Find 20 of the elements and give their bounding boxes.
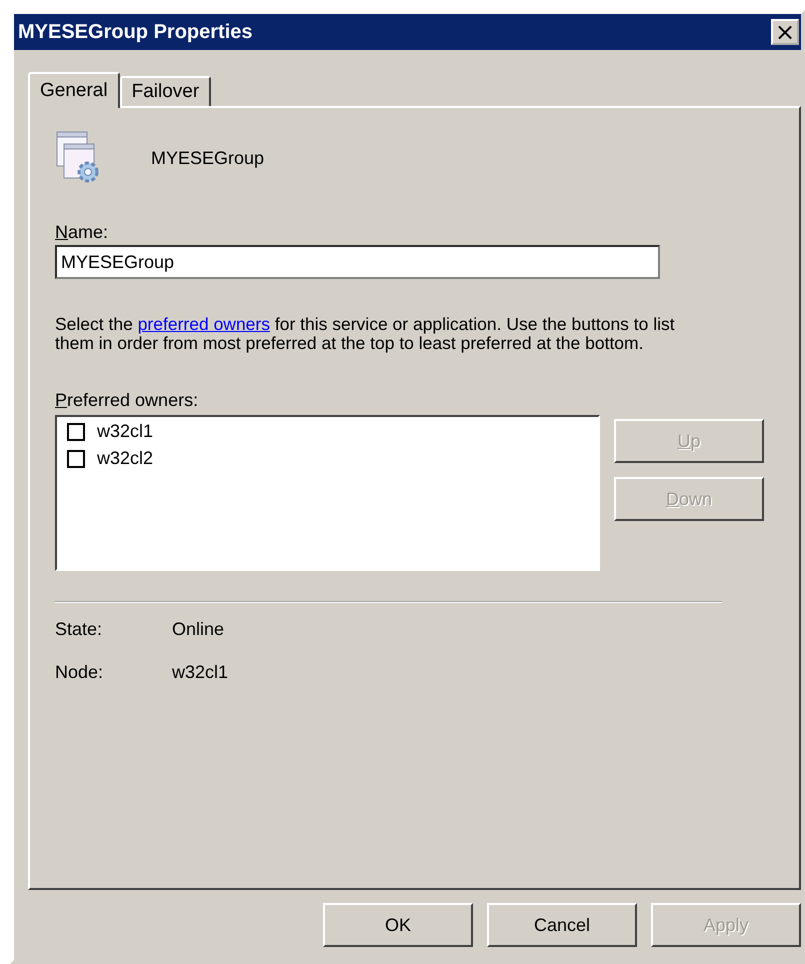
window-title: MYESEGroup Properties bbox=[18, 20, 252, 44]
info-value: Online bbox=[172, 619, 226, 640]
close-button[interactable]: × bbox=[771, 19, 799, 45]
info-label: Node: bbox=[55, 662, 104, 683]
info-label: State: bbox=[55, 619, 104, 640]
dialog-button[interactable]: Cancel bbox=[487, 903, 637, 947]
name-label: Name: bbox=[55, 222, 110, 243]
owner-name[interactable]: w32cl2 bbox=[97, 448, 154, 469]
tab[interactable]: Failover bbox=[120, 76, 212, 106]
owner-name[interactable]: w32cl1 bbox=[97, 421, 154, 442]
preferred-owners-link[interactable]: preferred owners bbox=[138, 314, 270, 334]
group-name: MYESEGroup bbox=[151, 148, 264, 168]
preferred-owners-label: Preferred owners: bbox=[55, 390, 200, 411]
info-value: w32cl1 bbox=[172, 662, 230, 683]
dialog-button[interactable]: OK bbox=[323, 903, 473, 947]
description-text: Select the preferred owners for this service or application. Use the buttons to list them in order from most preferred at the top to least preferred at the bottom. bbox=[55, 315, 676, 353]
tab[interactable]: General bbox=[28, 72, 120, 108]
checkbox[interactable] bbox=[67, 422, 85, 440]
checkbox[interactable] bbox=[67, 450, 85, 468]
name-field[interactable]: MYESEGroup bbox=[55, 245, 660, 279]
